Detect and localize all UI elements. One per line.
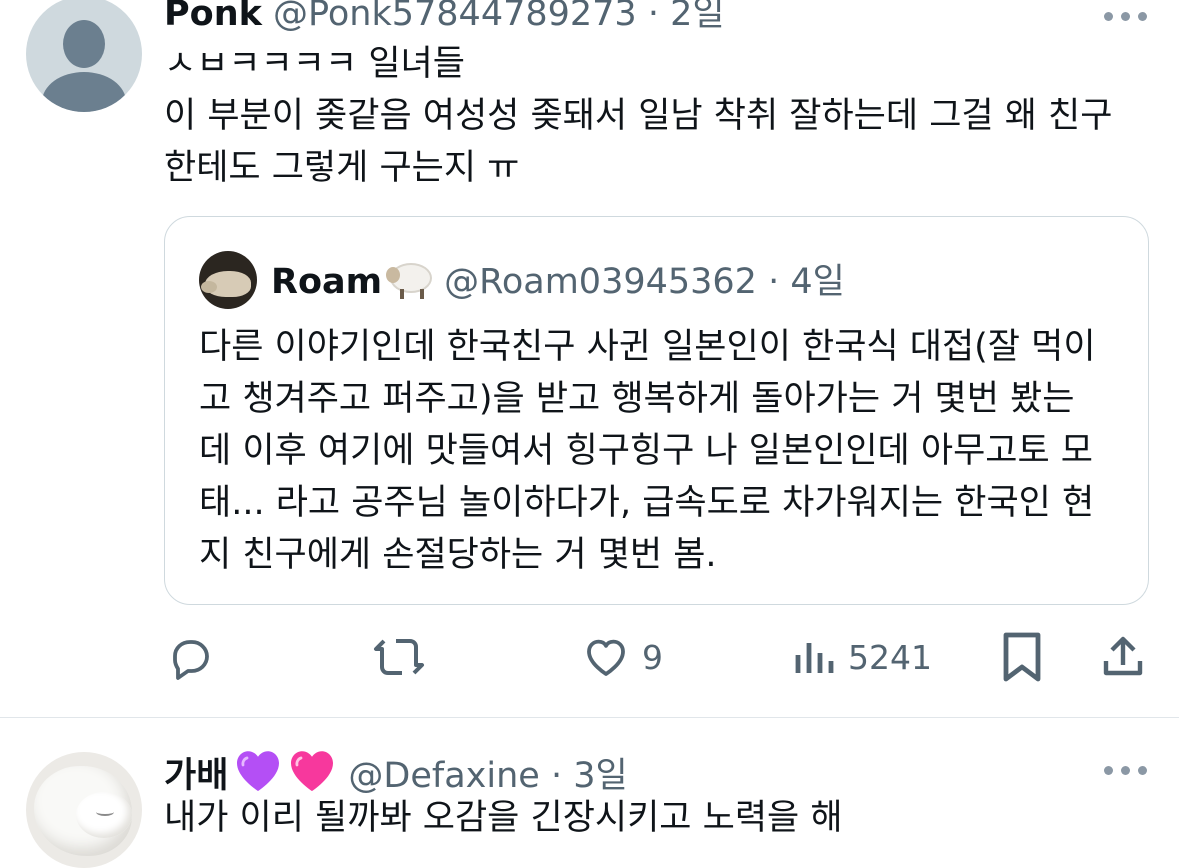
bookmark-button[interactable] bbox=[1000, 622, 1044, 692]
tweet-gabae[interactable]: 가배 @Defaxine · 3일 내가 이리 될까봐 오감을 긴장시키고 노력을… bbox=[0, 718, 1179, 868]
more-icon[interactable] bbox=[1104, 8, 1148, 22]
pink-heart-emoji bbox=[291, 751, 334, 791]
more-icon[interactable] bbox=[1104, 762, 1148, 776]
retweet-button[interactable] bbox=[372, 622, 426, 692]
tweet-header: Ponk @Ponk57844789273 · 2일 bbox=[164, 0, 725, 34]
avatar-ponk[interactable] bbox=[26, 0, 142, 112]
retweet-icon bbox=[374, 639, 424, 675]
quote-text-line: 지 친구에게 손절당하는 거 몇번 봄. bbox=[199, 535, 717, 575]
quote-text-line: 태... 라고 공주님 놀이하다가, 급속도로 차가워지는 한국인 현 bbox=[199, 483, 1095, 523]
timestamp[interactable]: 2일 bbox=[670, 0, 724, 34]
views-button[interactable]: 5241 bbox=[792, 622, 932, 692]
tweet-ponk[interactable]: Ponk @Ponk57844789273 · 2일 ㅅㅂㅋㅋㅋㅋ 일녀들 이 … bbox=[0, 0, 1179, 718]
quote-text: 다른 이야기인데 한국친구 사귄 일본인이 한국식 대접(잘 먹이 고 챙겨주고… bbox=[199, 321, 1096, 581]
quote-text-line: 다른 이야기인데 한국친구 사귄 일본인이 한국식 대접(잘 먹이 bbox=[199, 327, 1096, 367]
timestamp[interactable]: 3일 bbox=[573, 756, 627, 796]
quote-handle[interactable]: @Roam03945362 bbox=[444, 262, 757, 302]
tweet-text-line: 내가 이리 될까봐 오감을 긴장시키고 노력을 해 bbox=[164, 798, 843, 838]
reply-button[interactable] bbox=[166, 622, 214, 692]
tweet-header: 가배 @Defaxine · 3일 bbox=[164, 748, 628, 796]
reply-icon bbox=[173, 640, 209, 680]
view-count: 5241 bbox=[848, 637, 932, 677]
tweet-text-line: 한테도 그렇게 구는지 ㅠ bbox=[164, 148, 520, 188]
display-name[interactable]: 가배 bbox=[164, 756, 228, 796]
quote-display-name[interactable]: Roam bbox=[271, 262, 382, 302]
quote-timestamp[interactable]: 4일 bbox=[790, 262, 844, 302]
display-name[interactable]: Ponk bbox=[164, 0, 262, 34]
like-button[interactable]: 9 bbox=[582, 622, 663, 692]
tweet-text-line: 이 부분이 좆같음 여성성 좆돼서 일남 착취 잘하는데 그걸 왜 친구 bbox=[164, 96, 1113, 136]
handle[interactable]: @Ponk57844789273 bbox=[273, 0, 637, 34]
avatar-gabae[interactable] bbox=[26, 752, 142, 868]
quote-text-line: 데 이후 여기에 맛들여서 힝구힝구 나 일본인인데 아무고토 모 bbox=[199, 431, 1094, 471]
tweet-text-line: ㅅㅂㅋㅋㅋㅋ 일녀들 bbox=[164, 44, 465, 84]
quote-tweet[interactable]: Roam @Roam03945362 · 4일 다른 이야기인데 한국친구 사귄 … bbox=[164, 216, 1149, 605]
tweet-text: ㅅㅂㅋㅋㅋㅋ 일녀들 이 부분이 좆같음 여성성 좆돼서 일남 착취 잘하는데 … bbox=[164, 38, 1112, 194]
sheep-emoji bbox=[386, 261, 436, 299]
avatar-roam[interactable] bbox=[199, 251, 257, 309]
like-icon bbox=[587, 639, 625, 676]
handle[interactable]: @Defaxine bbox=[348, 756, 539, 796]
separator: · bbox=[756, 262, 791, 302]
separator: · bbox=[636, 0, 671, 34]
tweet-text: 내가 이리 될까봐 오감을 긴장시키고 노력을 해 bbox=[164, 792, 843, 844]
purple-heart-emoji bbox=[237, 751, 280, 791]
quote-header: Roam @Roam03945362 · 4일 bbox=[271, 261, 845, 302]
action-bar: 9 5241 bbox=[0, 622, 1179, 692]
share-button[interactable] bbox=[1100, 622, 1146, 692]
quote-text-line: 고 챙겨주고 퍼주고)을 받고 행복하게 돌아가는 거 몇번 봤는 bbox=[199, 379, 1075, 419]
separator: · bbox=[539, 756, 574, 796]
views-icon bbox=[795, 643, 834, 673]
share-icon bbox=[1103, 636, 1143, 676]
like-count: 9 bbox=[642, 637, 663, 677]
bookmark-icon bbox=[1003, 632, 1041, 682]
